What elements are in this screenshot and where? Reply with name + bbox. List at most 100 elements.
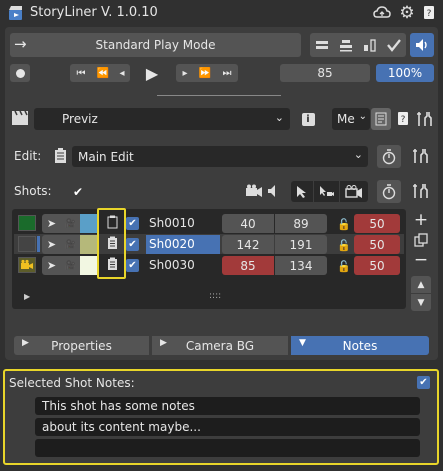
shot-color-swatch[interactable] — [18, 236, 36, 252]
layout-bars-icon — [316, 41, 328, 49]
shot-color-swatch[interactable] — [18, 257, 36, 273]
next-frame-button[interactable]: ▸ — [176, 64, 194, 82]
shot-name[interactable]: Sh0020 — [149, 237, 195, 251]
shot-layout-button-4[interactable] — [382, 33, 406, 57]
align-bottom-icon — [340, 40, 352, 52]
shot-layout-button-2[interactable] — [334, 33, 358, 57]
camera-view-button[interactable] — [340, 181, 368, 202]
shot-camera-button[interactable]: 🎥 — [61, 235, 80, 254]
shot-camera-button[interactable]: 🎥 — [61, 214, 80, 233]
shot-start-field[interactable]: 142 — [222, 235, 274, 254]
cloud-icon[interactable] — [372, 4, 392, 22]
shot-layout-button-3[interactable] — [358, 33, 382, 57]
shot-end-field[interactable]: 89 — [275, 214, 327, 233]
notes-line-2[interactable]: about its content maybe... — [35, 418, 420, 436]
take-help-icon[interactable]: ? — [395, 110, 411, 128]
take-dropdown[interactable]: Previz ⌄ — [34, 108, 290, 130]
shot-select-button[interactable]: ➤ — [42, 256, 61, 275]
tab-notes[interactable]: ▼ Notes — [291, 336, 429, 355]
play-mode-label: Standard Play Mode — [95, 38, 216, 52]
duration-lock-icon[interactable]: 🔓 — [336, 215, 352, 233]
shot-layout-button-1[interactable] — [310, 33, 334, 57]
shots-timer-button[interactable] — [377, 180, 401, 203]
storyliner-logo-icon — [6, 3, 26, 23]
shot-start-field[interactable]: 85 — [222, 256, 274, 275]
cursor-icon — [297, 185, 306, 198]
shot-name[interactable]: Sh0030 — [149, 258, 195, 272]
previous-shot-button[interactable]: ⏪ — [92, 64, 114, 82]
notes-enabled-checkbox[interactable]: ✔ — [417, 376, 430, 389]
add-shot-button[interactable]: + — [411, 210, 431, 230]
audio-toggle-button[interactable] — [410, 33, 434, 57]
shot-enabled-checkbox[interactable]: ✔ — [126, 259, 139, 272]
shots-enabled-checkbox[interactable]: ✔ — [71, 185, 85, 199]
list-expand-icon[interactable]: ▶ — [24, 292, 30, 301]
camera-sound-icon[interactable] — [244, 182, 264, 200]
current-frame-field[interactable]: 85 — [280, 64, 370, 82]
me-dropdown[interactable]: Me ⌄ — [332, 108, 370, 130]
shot-enabled-checkbox[interactable]: ✔ — [126, 217, 139, 230]
tab-properties[interactable]: ▶ Properties — [14, 336, 149, 355]
duplicate-shot-button[interactable] — [411, 230, 431, 250]
svg-text:?: ? — [401, 115, 406, 125]
take-info-button[interactable]: i — [298, 108, 318, 130]
me-label: Me — [337, 112, 355, 126]
shot-start-field[interactable]: 40 — [222, 214, 274, 233]
previous-frame-button[interactable]: ◂ — [114, 64, 130, 82]
move-shot-down-button[interactable]: ▼ — [411, 294, 431, 311]
shot-camera-badge-icon — [21, 259, 33, 269]
clapperboard-icon — [10, 108, 30, 128]
record-button[interactable] — [10, 64, 30, 82]
edit-chevron-icon: ⌄ — [353, 148, 363, 161]
select-cursor-button[interactable] — [291, 181, 313, 202]
shots-tools-icon[interactable] — [410, 181, 430, 201]
next-shot-button[interactable]: ⏩ — [194, 64, 216, 82]
play-button[interactable]: ▶ — [139, 62, 165, 84]
previous-keyframe-icon: ⏪ — [96, 67, 110, 79]
edit-dropdown[interactable]: Main Edit ⌄ — [72, 146, 368, 167]
edit-document-icon — [52, 146, 68, 166]
shot-select-button[interactable]: ➤ — [42, 214, 61, 233]
app-version: V. 1.0.10 — [101, 5, 158, 20]
shot-color-swatch[interactable] — [18, 215, 36, 231]
zoom-value: 100% — [387, 66, 423, 80]
zoom-field[interactable]: 100% — [376, 64, 434, 82]
jump-to-start-button[interactable]: ⏮ — [70, 64, 92, 82]
move-shot-up-button[interactable]: ▲ — [411, 276, 431, 293]
shot-select-button[interactable]: ➤ — [42, 235, 61, 254]
edit-tools-icon[interactable] — [410, 146, 430, 166]
shot-enabled-checkbox[interactable]: ✔ — [126, 238, 139, 251]
edit-timer-button[interactable] — [377, 145, 401, 168]
shot-camera-color[interactable] — [80, 214, 98, 233]
list-resize-handle[interactable]: :::: — [209, 291, 221, 301]
shot-camera-button[interactable]: 🎥 — [61, 256, 80, 275]
remove-shot-button[interactable]: − — [411, 250, 431, 270]
take-tools-icon[interactable] — [414, 110, 434, 128]
stopwatch-icon — [382, 148, 396, 164]
tab-camera-bg[interactable]: ▶ Camera BG — [152, 336, 288, 355]
shot-duration-field[interactable]: 50 — [354, 256, 400, 275]
play-mode-button[interactable]: → Standard Play Mode — [10, 33, 301, 57]
shot-duration-field[interactable]: 50 — [354, 235, 400, 254]
gear-icon[interactable]: ⚙ — [397, 3, 417, 23]
shot-end-field[interactable]: 191 — [275, 235, 327, 254]
select-camera-button[interactable] — [314, 181, 339, 202]
notes-view-button[interactable] — [371, 108, 391, 130]
shot-camera-color[interactable] — [80, 235, 98, 254]
shot-start-value: 85 — [240, 258, 256, 273]
shot-name[interactable]: Sh0010 — [149, 216, 195, 230]
jump-end-icon: ⏭ — [222, 67, 232, 79]
shot-end-field[interactable]: 134 — [275, 256, 327, 275]
shot-duration-field[interactable]: 50 — [354, 214, 400, 233]
help-icon[interactable]: ? — [421, 4, 437, 22]
duration-lock-icon[interactable]: 🔓 — [336, 236, 352, 254]
notes-line-3[interactable] — [35, 439, 420, 457]
shot-camera-color[interactable] — [80, 256, 98, 275]
panel-divider — [157, 95, 281, 96]
notes-line-1[interactable]: This shot has some notes — [35, 397, 420, 415]
jump-to-end-button[interactable]: ⏭ — [216, 64, 238, 82]
duration-lock-icon[interactable]: 🔓 — [336, 257, 352, 275]
me-chevron-icon: ⌄ — [358, 111, 367, 122]
speaker-shots-icon[interactable] — [266, 182, 282, 200]
shot-camera-icon: 🎥 — [64, 239, 77, 250]
